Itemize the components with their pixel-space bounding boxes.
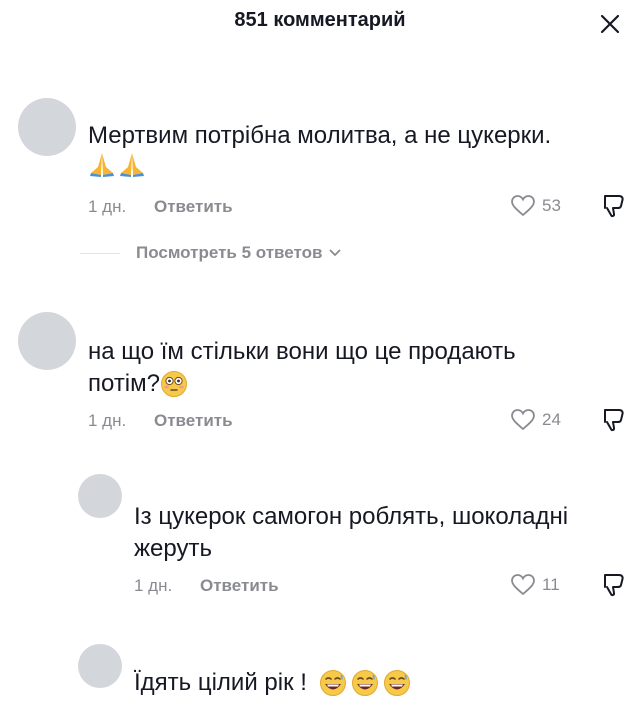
view-replies-label: Посмотреть 5 ответов <box>136 243 323 262</box>
flushed-face-emoji <box>161 371 187 397</box>
divider-line <box>80 252 120 254</box>
reply-button[interactable]: Ответить <box>154 197 233 217</box>
grinning-sweat-face-emoji <box>319 670 346 696</box>
heart-icon <box>511 574 535 596</box>
reply-button[interactable]: Ответить <box>154 411 233 431</box>
comment-text: на що їм стільки вони що це продають пот… <box>88 338 516 397</box>
like-button[interactable]: 24 <box>510 408 561 432</box>
reply-time: 1 дн. <box>134 576 173 595</box>
folded-hands-emoji <box>90 153 114 177</box>
dislike-icon[interactable] <box>599 192 627 220</box>
comment-text: Мертвим потрібна молитва, а не цукерки. <box>88 122 552 149</box>
comments-count-title: 851 комментарий <box>234 9 406 31</box>
comment-time: 1 дн. <box>88 411 127 430</box>
avatar[interactable] <box>18 98 76 156</box>
comments-header: 851 комментарий <box>0 0 640 46</box>
close-icon[interactable] <box>598 12 622 36</box>
grinning-sweat-face-emoji <box>383 670 410 696</box>
comment-emojis <box>88 151 146 177</box>
like-count: 53 <box>542 196 561 215</box>
grinning-sweat-face-emoji <box>351 670 378 696</box>
reply-text: Їдять цілий рік ! <box>134 667 411 699</box>
heart-icon <box>511 195 535 217</box>
dislike-icon[interactable] <box>599 406 627 434</box>
avatar[interactable] <box>78 474 122 518</box>
folded-hands-emoji <box>120 153 144 177</box>
like-count: 11 <box>542 575 560 594</box>
avatar[interactable] <box>78 644 122 688</box>
view-replies-button[interactable]: Посмотреть 5 ответов <box>80 243 342 263</box>
heart-icon <box>511 409 535 431</box>
chevron-down-icon <box>329 249 342 257</box>
like-button[interactable]: 11 <box>510 573 560 597</box>
like-count: 24 <box>542 410 561 429</box>
like-button[interactable]: 53 <box>510 194 561 218</box>
avatar[interactable] <box>18 312 76 370</box>
comment-time: 1 дн. <box>88 197 127 216</box>
reply-text: Із цукерок самогон роблять, шоколадні же… <box>134 503 569 562</box>
reply-button[interactable]: Ответить <box>200 576 279 596</box>
dislike-icon[interactable] <box>599 571 627 599</box>
